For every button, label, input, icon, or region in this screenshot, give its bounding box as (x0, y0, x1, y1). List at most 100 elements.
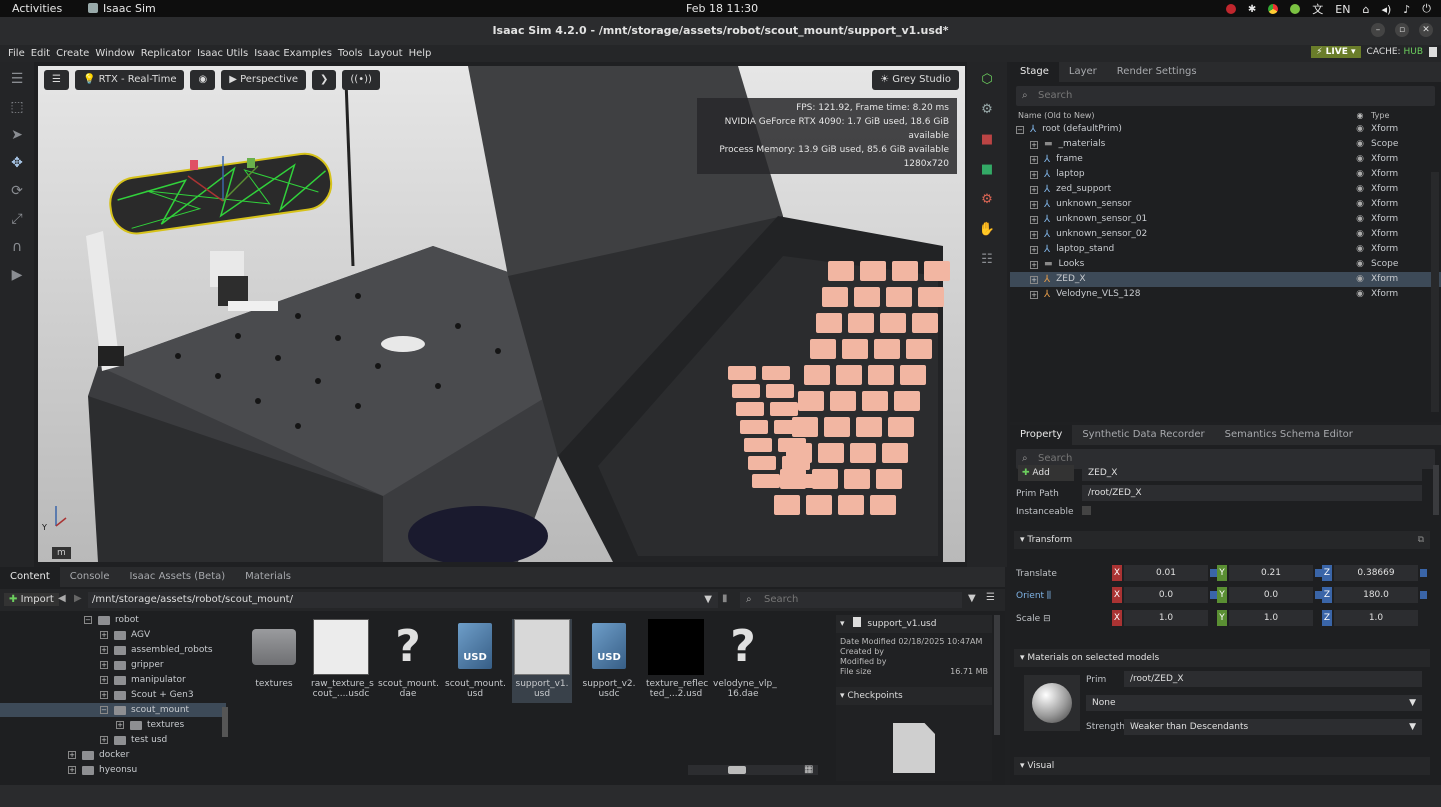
axis-y-label[interactable]: Y (1217, 587, 1227, 603)
select-mode-icon[interactable]: ⬚ (6, 96, 28, 118)
strength-select[interactable]: Weaker than Descendants ▼ (1124, 719, 1422, 735)
volume-icon[interactable]: ◂) (1381, 3, 1391, 16)
network-icon[interactable]: ⌂ (1362, 3, 1369, 16)
visibility-eye-icon[interactable]: ◉ (1349, 167, 1371, 182)
folder-tree-row[interactable]: + gripper (0, 658, 226, 672)
keyframe-icon[interactable] (1420, 569, 1427, 577)
move-icon[interactable]: ✥ (6, 152, 28, 174)
detail-scrollbar[interactable] (994, 615, 1000, 735)
folder-tree-row[interactable]: − robot (0, 613, 226, 627)
expand-chevron-icon[interactable]: ❯ (312, 70, 337, 90)
menu-grip-icon[interactable]: ☰ (6, 68, 28, 90)
visibility-eye-icon[interactable]: ◉ (1349, 242, 1371, 257)
translate-x-field[interactable]: 0.01 (1124, 565, 1208, 581)
file-item[interactable]: textures (244, 619, 304, 689)
expand-icon[interactable]: + (100, 676, 108, 684)
stage-row[interactable]: + ▬ _materials ◉ Scope (1010, 137, 1441, 152)
back-arrow-icon[interactable]: ◀ (58, 593, 66, 604)
bookmark-icon[interactable]: ▮ (722, 593, 728, 604)
property-scrollbar[interactable] (1433, 465, 1439, 515)
axis-x-label[interactable]: X (1112, 610, 1122, 626)
axis-z-label[interactable]: Z (1322, 587, 1332, 603)
file-item[interactable]: ? scout_mount. dae (378, 619, 439, 699)
tab[interactable]: Render Settings (1107, 62, 1207, 82)
gear-icon[interactable]: ⚙ (975, 188, 999, 212)
app-indicator-icon[interactable] (1290, 4, 1301, 14)
expand-icon[interactable]: + (100, 646, 108, 654)
keyframe-icon[interactable] (1315, 591, 1322, 599)
viewport-settings-icon[interactable]: ☰ (44, 70, 69, 90)
expand-icon[interactable]: + (1030, 275, 1038, 284)
robot-arm-icon[interactable]: ⚙ (975, 98, 999, 122)
broadcast-icon[interactable]: ((•)) (342, 70, 380, 90)
expand-icon[interactable]: + (1030, 140, 1038, 149)
folder-tree-row[interactable]: − scout_mount (0, 703, 226, 717)
axis-y-label[interactable]: Y (1217, 565, 1227, 581)
expand-icon[interactable]: + (1030, 230, 1038, 239)
stage-row[interactable]: + ⅄ zed_support ◉ Xform (1010, 182, 1441, 197)
menu-item[interactable]: Help (409, 48, 432, 59)
cube-frame-icon[interactable]: ⬡ (975, 68, 999, 92)
translate-z-field[interactable]: 0.38669 (1334, 565, 1418, 581)
expand-icon[interactable]: + (1030, 185, 1038, 194)
stage-row[interactable]: + ▬ Looks ◉ Scope (1010, 257, 1441, 272)
expand-icon[interactable]: − (1016, 125, 1024, 134)
folder-tree-row[interactable]: + hyeonsu (0, 763, 226, 777)
tab[interactable]: Materials (235, 567, 301, 587)
visibility-eye-icon[interactable]: ◉ (1349, 227, 1371, 242)
transform-section-header[interactable]: ▾ Transform ⧉ (1014, 531, 1430, 549)
stage-row[interactable]: + ⅄ ZED_X ◉ Xform (1010, 272, 1441, 287)
green-cube-icon[interactable]: ■ (975, 158, 999, 182)
orient-z-field[interactable]: 180.0 (1334, 587, 1418, 603)
expand-icon[interactable]: + (100, 631, 108, 639)
activities-button[interactable]: Activities (12, 2, 62, 15)
viewport[interactable]: Y ☰ 💡 RTX - Real-Time ◉ ▶ Perspective ❯ … (38, 66, 965, 562)
options-menu-icon[interactable]: ☰ (986, 592, 995, 603)
file-item[interactable]: USD support_v2. usdc (579, 619, 639, 699)
stage-row[interactable]: + ⅄ frame ◉ Xform (1010, 152, 1441, 167)
folder-tree-row[interactable]: + Scout + Gen3 (0, 688, 226, 702)
import-button[interactable]: ✚ Import (4, 593, 59, 606)
expand-icon[interactable]: + (1030, 155, 1038, 164)
keyframe-icon[interactable] (1210, 591, 1217, 599)
panel-toggle-icon[interactable] (1429, 47, 1437, 57)
content-path-input[interactable]: /mnt/storage/assets/robot/scout_mount/ ▼ (88, 592, 718, 608)
grid-view-icon[interactable]: ▦ (804, 764, 813, 775)
keyframe-icon[interactable] (1315, 569, 1322, 577)
power-icon[interactable]: ⏻ (1422, 2, 1431, 16)
forward-arrow-icon[interactable]: ▶ (74, 593, 82, 604)
tab[interactable]: Semantics Schema Editor (1215, 425, 1363, 445)
stage-row[interactable]: + ⅄ unknown_sensor_01 ◉ Xform (1010, 212, 1441, 227)
axis-x-label[interactable]: X (1112, 565, 1122, 581)
chrome-icon[interactable] (1268, 4, 1279, 14)
stage-row[interactable]: + ⅄ laptop_stand ◉ Xform (1010, 242, 1441, 257)
renderer-button[interactable]: 💡 RTX - Real-Time (74, 70, 185, 90)
menu-item[interactable]: Tools (338, 48, 363, 59)
scale-icon[interactable]: ⤢ (6, 208, 28, 230)
play-icon[interactable]: ▶ (6, 264, 28, 286)
menu-item[interactable]: File (8, 48, 25, 59)
sliders-icon[interactable]: ☷ (975, 248, 999, 272)
file-item[interactable]: ? velodyne_vlp_ 16.dae (713, 619, 777, 699)
material-prim-field[interactable]: /root/ZED_X (1124, 671, 1422, 687)
axis-x-label[interactable]: X (1112, 587, 1122, 603)
folder-tree-row[interactable]: + manipulator (0, 673, 226, 687)
record-icon[interactable] (1225, 4, 1236, 14)
visibility-eye-icon[interactable]: ◉ (1349, 257, 1371, 272)
content-search-input[interactable]: ⌕ Search (740, 592, 962, 608)
tab[interactable]: Isaac Assets (Beta) (119, 567, 235, 587)
orient-x-field[interactable]: 0.0 (1124, 587, 1208, 603)
filter-icon[interactable]: ▼ (968, 593, 976, 604)
folder-tree-row[interactable]: + AGV (0, 628, 226, 642)
tab[interactable]: Stage (1010, 62, 1059, 82)
file-item[interactable]: raw_texture_s cout_....usdc (311, 619, 374, 699)
keyframe-icon[interactable] (1210, 569, 1217, 577)
expand-icon[interactable]: + (1030, 170, 1038, 179)
tab[interactable]: Console (60, 567, 120, 587)
file-item[interactable]: texture_reflec ted_...2.usd (646, 619, 708, 699)
menu-item[interactable]: Isaac Utils (197, 48, 248, 59)
folder-tree-row[interactable]: + test usd (0, 733, 226, 747)
transform-options-icon[interactable]: ⧉ (1418, 531, 1424, 549)
minimize-icon[interactable]: – (1371, 23, 1385, 37)
stage-row[interactable]: + ⅄ unknown_sensor ◉ Xform (1010, 197, 1441, 212)
